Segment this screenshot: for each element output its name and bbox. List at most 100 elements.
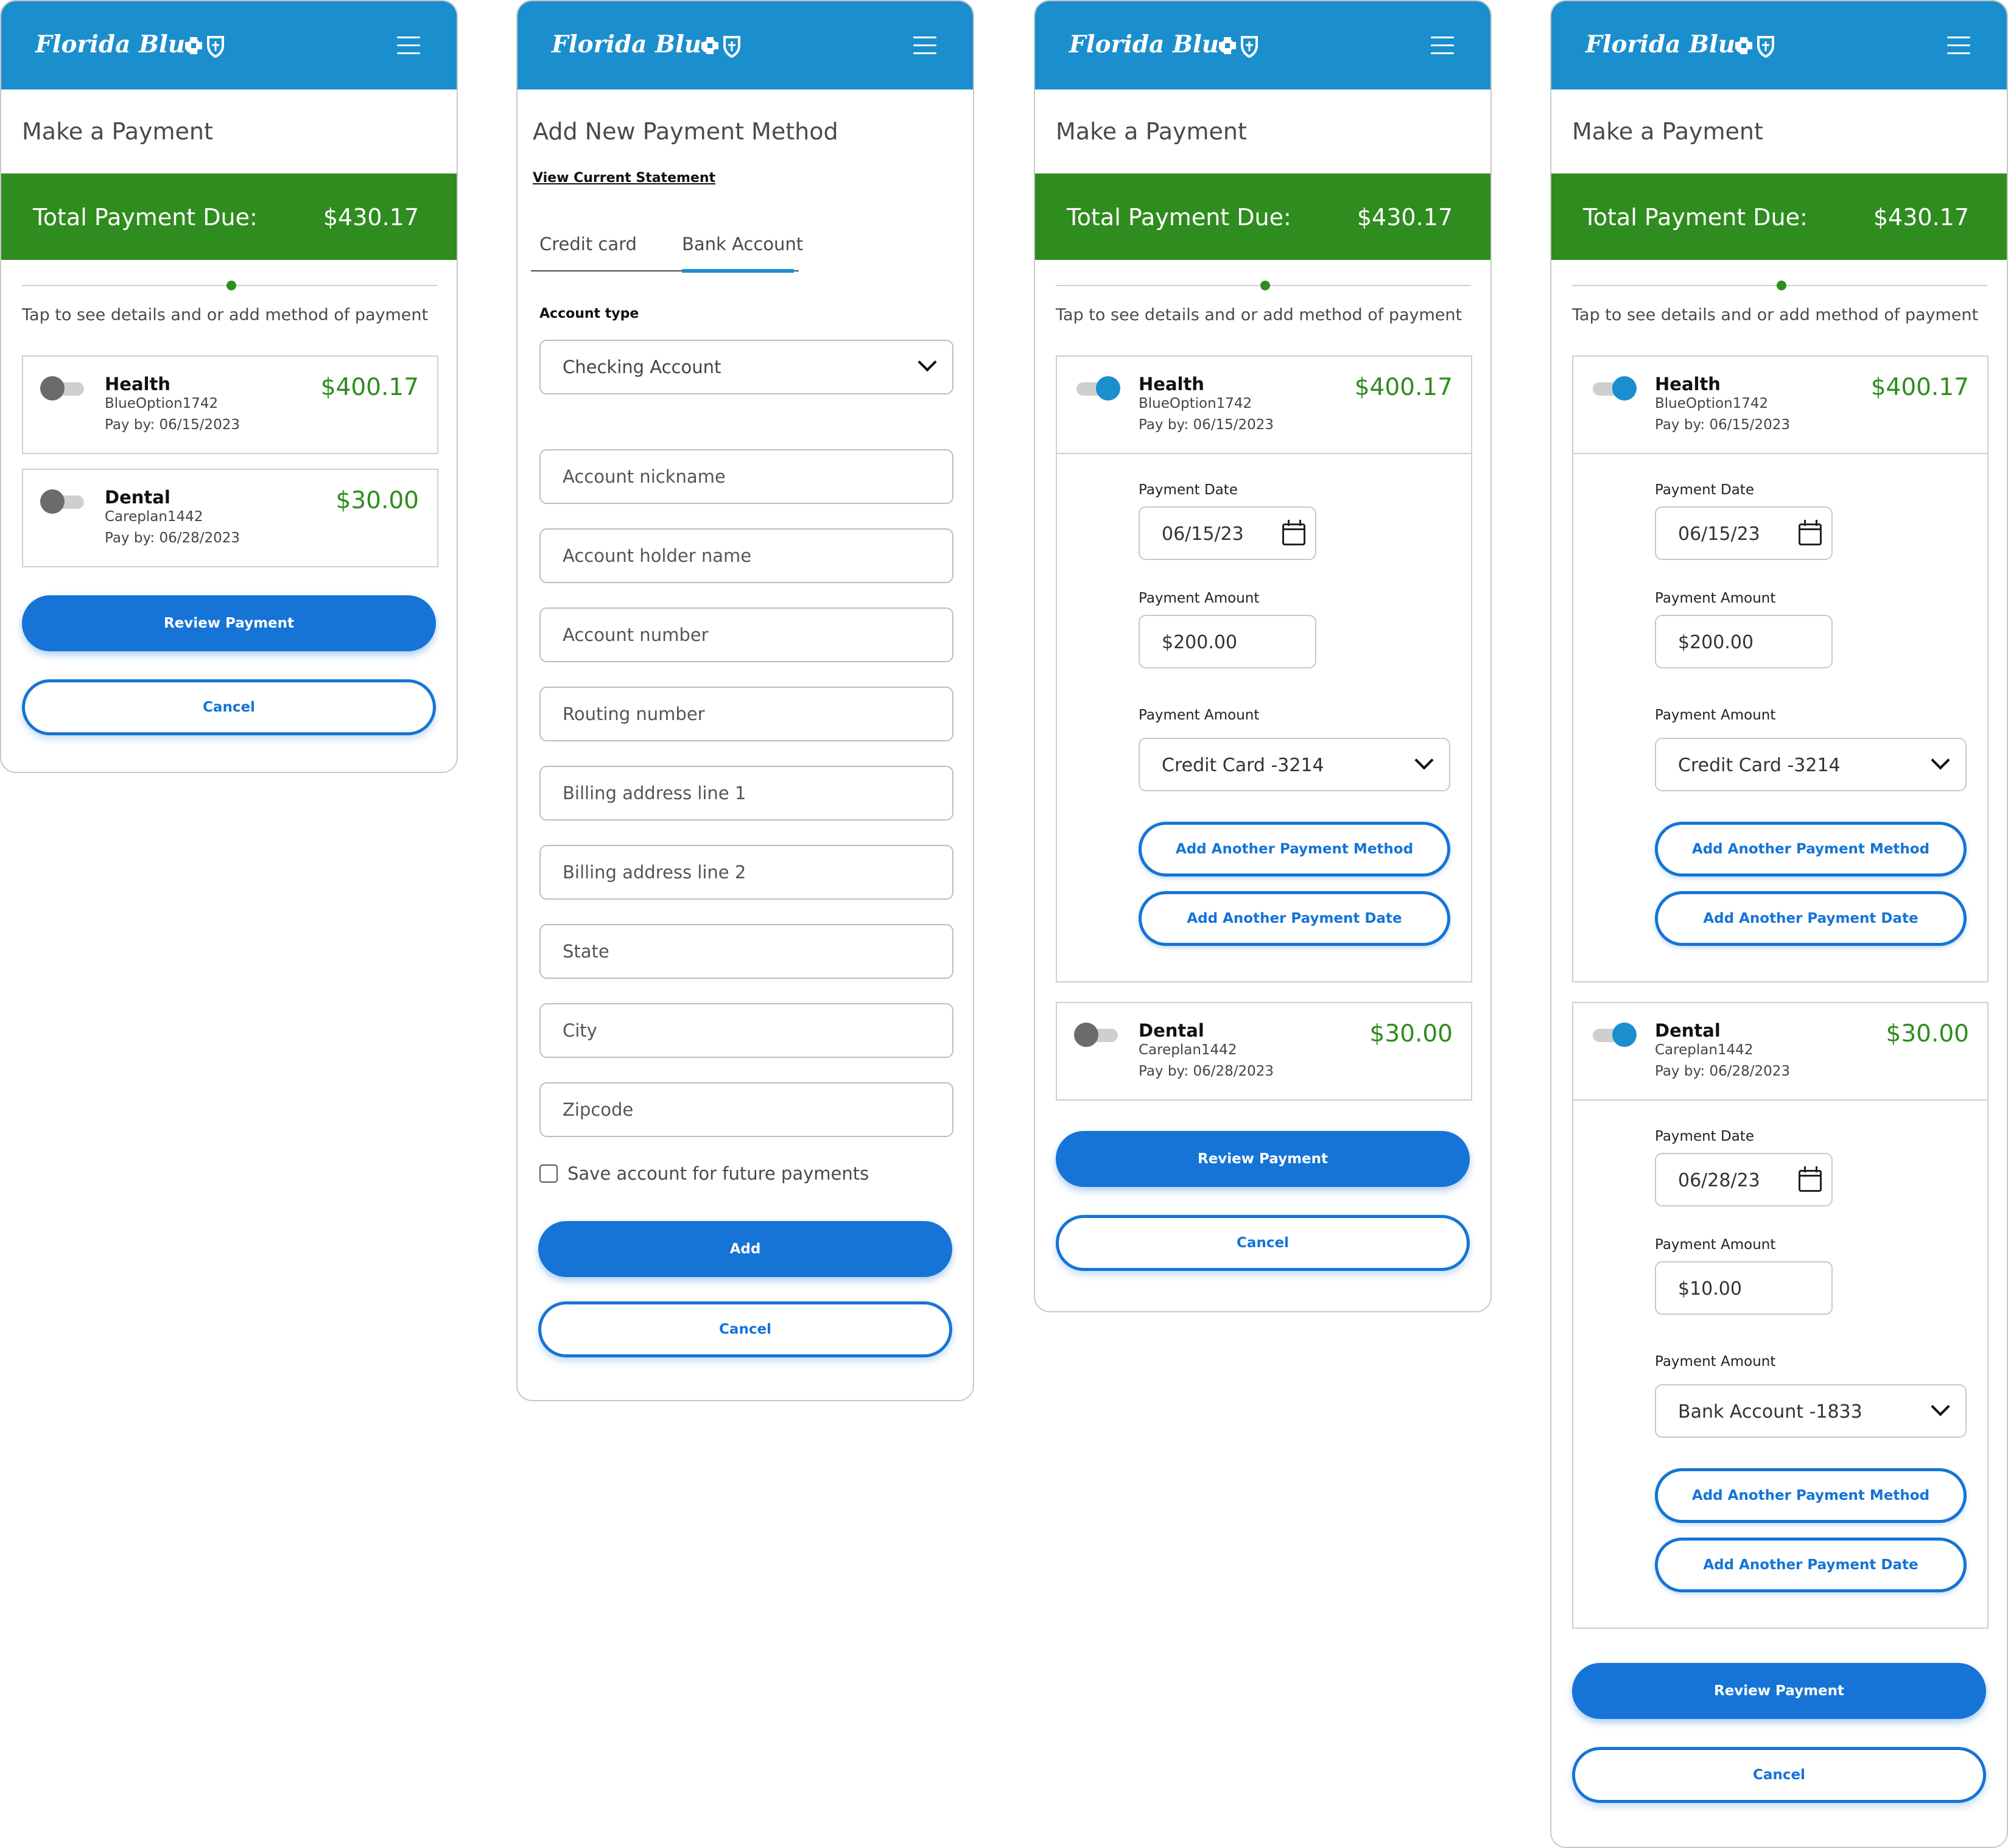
hamburger-menu-icon[interactable] xyxy=(1947,37,1970,55)
total-due-amount: $430.17 xyxy=(1357,204,1453,231)
calendar-icon[interactable] xyxy=(1799,520,1822,545)
total-due-label: Total Payment Due: xyxy=(1067,204,1291,231)
account-type-select[interactable]: Checking Account xyxy=(539,340,953,394)
view-statement-link[interactable]: View Current Statement xyxy=(533,170,715,186)
plan-card-header[interactable]: Dental Careplan1442 Pay by: 06/28/2023 $… xyxy=(23,470,437,567)
review-payment-button[interactable]: Review Payment xyxy=(22,595,436,651)
step-indicator-dot xyxy=(226,281,236,290)
state-input[interactable]: State xyxy=(539,924,953,979)
save-account-checkbox[interactable] xyxy=(539,1164,558,1183)
cancel-button[interactable]: Cancel xyxy=(1572,1747,1986,1803)
plan-name: Dental xyxy=(1655,1020,1721,1041)
plan-id: BlueOption1742 xyxy=(105,396,219,411)
add-another-payment-date-button[interactable]: Add Another Payment Date xyxy=(1655,891,1967,946)
dental-plan-toggle[interactable] xyxy=(40,489,86,514)
chevron-down-icon xyxy=(1414,751,1434,770)
total-due-amount: $430.17 xyxy=(1873,204,1969,231)
dental-plan-card[interactable]: Dental Careplan1442 Pay by: 06/28/2023 $… xyxy=(1056,1002,1472,1101)
plan-due-date: Pay by: 06/15/2023 xyxy=(1139,417,1274,433)
instruction-text: Tap to see details and or add method of … xyxy=(1572,306,1979,324)
cancel-button[interactable]: Cancel xyxy=(22,679,436,735)
dental-plan-card[interactable]: Dental Careplan1442 Pay by: 06/28/2023 $… xyxy=(22,469,438,567)
add-another-payment-method-button[interactable]: Add Another Payment Method xyxy=(1655,822,1967,877)
plan-card-header[interactable]: Dental Careplan1442 Pay by: 06/28/2023 $… xyxy=(1057,1003,1471,1101)
input-placeholder: Routing number xyxy=(563,704,705,724)
plan-id: BlueOption1742 xyxy=(1655,396,1769,411)
payment-method-select[interactable]: Credit Card -3214 xyxy=(1139,738,1450,791)
hamburger-menu-icon[interactable] xyxy=(1431,37,1454,55)
hamburger-menu-icon[interactable] xyxy=(397,37,420,55)
health-plan-toggle[interactable] xyxy=(1074,376,1120,401)
tab-credit-card[interactable]: Credit card xyxy=(539,234,637,254)
input-placeholder: State xyxy=(563,941,609,962)
plan-name: Health xyxy=(105,374,170,394)
payment-amount-input[interactable]: $10.00 xyxy=(1655,1261,1833,1315)
city-input[interactable]: City xyxy=(539,1003,953,1058)
plan-card-header[interactable]: Health BlueOption1742 Pay by: 06/15/2023… xyxy=(1057,357,1471,454)
payment-date-value: 06/15/23 xyxy=(1162,523,1244,545)
payment-date-input[interactable]: 06/15/23 xyxy=(1655,506,1833,560)
zipcode-input[interactable]: Zipcode xyxy=(539,1082,953,1137)
dental-plan-toggle[interactable] xyxy=(1590,1023,1637,1047)
screen-make-payment-health-expanded: Florida Blue Make a Payment Total Paymen… xyxy=(1034,0,1492,1312)
cancel-button[interactable]: Cancel xyxy=(538,1301,952,1357)
account-holder-name-input[interactable]: Account holder name xyxy=(539,528,953,583)
cancel-button[interactable]: Cancel xyxy=(1056,1215,1470,1271)
total-due-banner: Total Payment Due: $430.17 xyxy=(1,173,457,260)
account-number-input[interactable]: Account number xyxy=(539,607,953,662)
tab-bank-account[interactable]: Bank Account xyxy=(682,234,803,254)
plan-name: Health xyxy=(1139,374,1204,394)
page-title: Make a Payment xyxy=(1056,118,1247,145)
health-plan-toggle[interactable] xyxy=(40,376,86,401)
add-another-payment-date-button[interactable]: Add Another Payment Date xyxy=(1139,891,1450,946)
account-nickname-input[interactable]: Account nickname xyxy=(539,449,953,504)
input-placeholder: Zipcode xyxy=(563,1099,634,1120)
payment-amount-input[interactable]: $200.00 xyxy=(1655,615,1833,668)
input-placeholder: Account holder name xyxy=(563,545,752,566)
payment-method-label: Payment Amount xyxy=(1139,707,1260,723)
health-plan-card[interactable]: Health BlueOption1742 Pay by: 06/15/2023… xyxy=(22,355,438,454)
add-another-payment-method-button[interactable]: Add Another Payment Method xyxy=(1139,822,1450,877)
plan-card-header[interactable]: Health BlueOption1742 Pay by: 06/15/2023… xyxy=(23,357,437,454)
total-due-label: Total Payment Due: xyxy=(1583,204,1808,231)
health-plan-card: Health BlueOption1742 Pay by: 06/15/2023… xyxy=(1572,355,1989,982)
chevron-down-icon xyxy=(918,352,937,372)
payment-date-input[interactable]: 06/28/23 xyxy=(1655,1153,1833,1206)
save-account-label: Save account for future payments xyxy=(567,1163,869,1184)
plan-amount: $400.17 xyxy=(320,374,419,401)
add-another-payment-date-button[interactable]: Add Another Payment Date xyxy=(1655,1538,1967,1592)
brand-logo-text: Florida Blue xyxy=(552,30,717,58)
total-due-banner: Total Payment Due: $430.17 xyxy=(1035,173,1490,260)
page-title: Add New Payment Method xyxy=(533,118,838,145)
dental-plan-toggle[interactable] xyxy=(1074,1023,1120,1047)
app-header: Florida Blue xyxy=(1,1,457,89)
calendar-icon[interactable] xyxy=(1282,520,1305,545)
health-plan-card: Health BlueOption1742 Pay by: 06/15/2023… xyxy=(1056,355,1472,982)
hamburger-menu-icon[interactable] xyxy=(913,37,936,55)
plan-card-header[interactable]: Dental Careplan1442 Pay by: 06/28/2023 $… xyxy=(1573,1003,1987,1101)
payment-amount-input[interactable]: $200.00 xyxy=(1139,615,1316,668)
payment-amount-label: Payment Amount xyxy=(1139,590,1260,606)
payment-method-select[interactable]: Bank Account -1833 xyxy=(1655,1384,1967,1438)
progress-stepper xyxy=(1056,281,1471,290)
plan-name: Dental xyxy=(1139,1020,1204,1041)
instruction-text: Tap to see details and or add method of … xyxy=(1056,306,1462,324)
review-payment-button[interactable]: Review Payment xyxy=(1572,1663,1986,1719)
add-another-payment-method-button[interactable]: Add Another Payment Method xyxy=(1655,1468,1967,1523)
billing-address-line1-input[interactable]: Billing address line 1 xyxy=(539,766,953,821)
routing-number-input[interactable]: Routing number xyxy=(539,687,953,741)
calendar-icon[interactable] xyxy=(1799,1166,1822,1192)
total-due-banner: Total Payment Due: $430.17 xyxy=(1551,173,2007,260)
add-button[interactable]: Add xyxy=(538,1221,952,1277)
billing-address-line2-input[interactable]: Billing address line 2 xyxy=(539,845,953,900)
screen-make-payment-both-expanded: Florida Blue Make a Payment Total Paymen… xyxy=(1550,0,2008,1848)
payment-amount-label: Payment Amount xyxy=(1655,1237,1776,1253)
plan-name: Dental xyxy=(105,487,170,508)
review-payment-button[interactable]: Review Payment xyxy=(1056,1131,1470,1187)
health-plan-toggle[interactable] xyxy=(1590,376,1637,401)
plan-id: Careplan1442 xyxy=(105,509,203,525)
plan-card-header[interactable]: Health BlueOption1742 Pay by: 06/15/2023… xyxy=(1573,357,1987,454)
payment-date-input[interactable]: 06/15/23 xyxy=(1139,506,1316,560)
payment-method-select[interactable]: Credit Card -3214 xyxy=(1655,738,1967,791)
plan-id: BlueOption1742 xyxy=(1139,396,1252,411)
